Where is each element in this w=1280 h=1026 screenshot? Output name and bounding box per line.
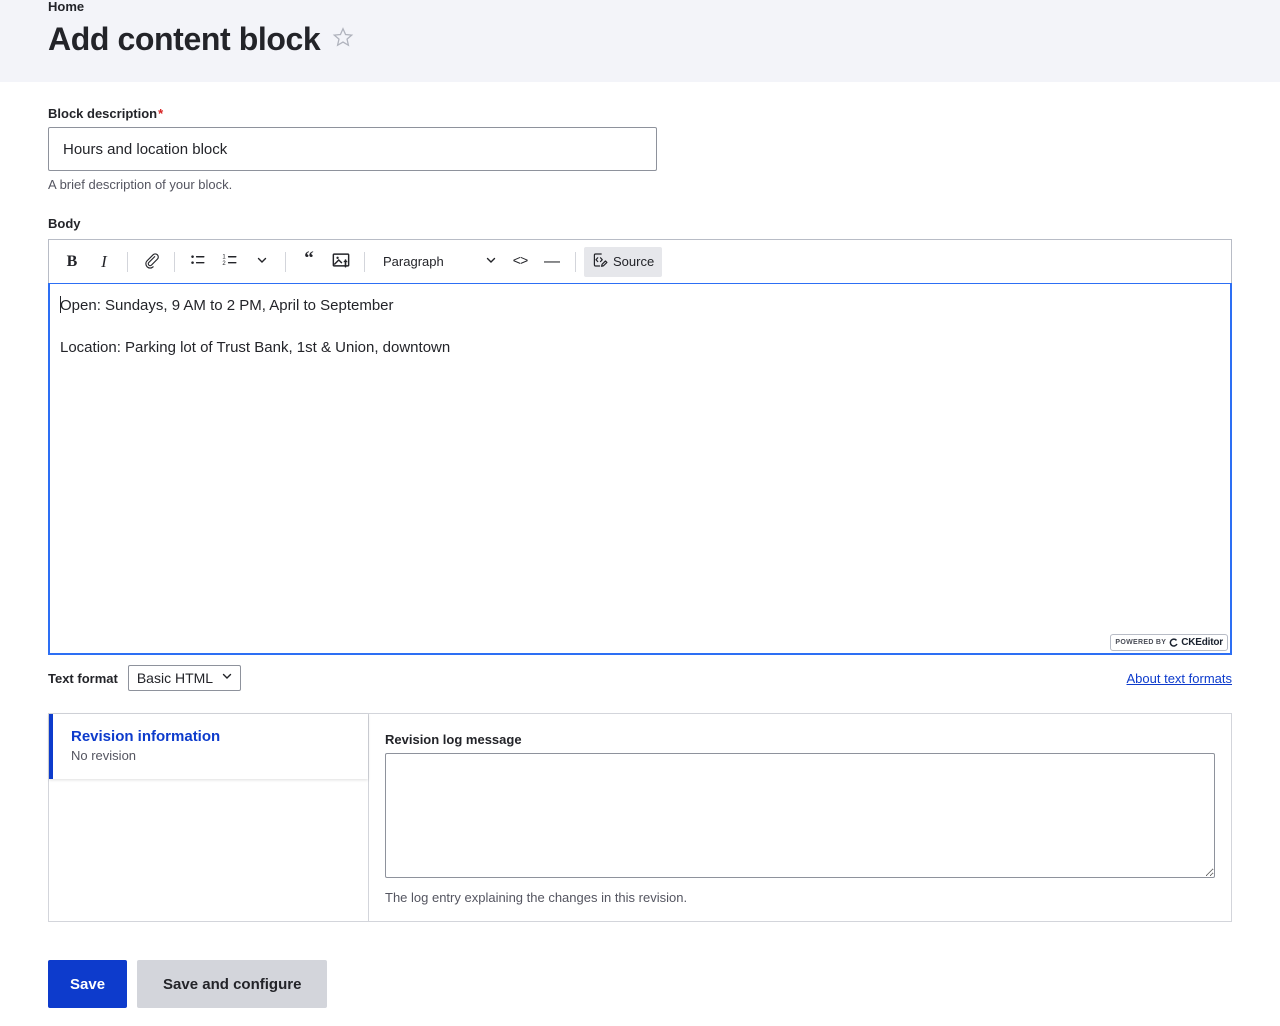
vertical-tabs-menu: Revision information No revision	[49, 714, 368, 921]
page-title: Add content block	[48, 20, 320, 58]
bulleted-list-button[interactable]	[183, 247, 213, 277]
numbered-list-icon: 1 2	[222, 252, 239, 272]
block-description-help: A brief description of your block.	[48, 177, 1232, 192]
image-upload-button[interactable]	[326, 247, 356, 277]
revision-log-help: The log entry explaining the changes in …	[385, 890, 1215, 905]
bold-button[interactable]: B	[57, 247, 87, 277]
tab-revision-information-summary: No revision	[71, 748, 350, 763]
svg-text:1: 1	[222, 254, 226, 260]
italic-button[interactable]: I	[89, 247, 119, 277]
tab-revision-information[interactable]: Revision information No revision	[49, 714, 368, 779]
list-options-dropdown[interactable]	[247, 247, 277, 277]
editor-paragraph-1: Open: Sundays, 9 AM to 2 PM, April to Se…	[60, 297, 394, 314]
source-button-label: Source	[613, 254, 654, 269]
text-format-row: Text format Basic HTML About text format…	[48, 665, 1232, 691]
block-description-label-text: Block description	[48, 106, 157, 121]
toolbar-separator	[575, 252, 576, 272]
toolbar-separator	[174, 252, 175, 272]
breadcrumb[interactable]: Home	[48, 0, 1232, 14]
text-format-label: Text format	[48, 671, 118, 686]
revision-log-label: Revision log message	[385, 732, 1215, 747]
paragraph-style-label: Paragraph	[383, 254, 444, 269]
form-actions: Save Save and configure	[48, 960, 1232, 1026]
page-header: Home Add content block	[0, 0, 1280, 82]
link-button[interactable]	[136, 247, 166, 277]
required-marker: *	[158, 106, 163, 121]
body-field: Body B I	[48, 192, 1232, 691]
code-button[interactable]: <>	[505, 247, 535, 277]
editor-paragraph: Open: Sundays, 9 AM to 2 PM, April to Se…	[60, 296, 1220, 316]
breadcrumb-item-home[interactable]: Home	[48, 0, 84, 14]
block-description-field: Block description* A brief description o…	[48, 82, 1232, 192]
revision-log-textarea[interactable]	[385, 753, 1215, 878]
toolbar-separator	[285, 252, 286, 272]
toolbar-separator	[127, 252, 128, 272]
body-label: Body	[48, 216, 1232, 231]
text-format-select-wrap: Basic HTML	[128, 665, 241, 691]
link-icon	[143, 252, 160, 272]
editor-paragraph-2: Location: Parking lot of Trust Bank, 1st…	[60, 339, 450, 356]
source-button[interactable]: Source	[584, 247, 662, 277]
source-code-icon	[592, 252, 608, 271]
toolbar-separator	[364, 252, 365, 272]
title-row: Add content block	[48, 20, 1232, 58]
revision-vertical-tabs: Revision information No revision Revisio…	[48, 713, 1232, 922]
tab-revision-information-title: Revision information	[71, 728, 350, 745]
main-content: Block description* A brief description o…	[0, 82, 1280, 1026]
block-description-label: Block description*	[48, 106, 1232, 121]
image-upload-icon	[332, 251, 350, 272]
ckeditor-logo-icon	[1169, 634, 1178, 652]
save-and-configure-button[interactable]: Save and configure	[137, 960, 327, 1008]
block-description-input[interactable]	[48, 127, 657, 171]
text-format-select[interactable]: Basic HTML	[128, 665, 241, 691]
chevron-down-icon	[485, 254, 497, 269]
editor-paragraph: Location: Parking lot of Trust Bank, 1st…	[60, 338, 1220, 358]
star-outline-icon[interactable]	[332, 26, 354, 53]
powered-by-label: POWERED BY	[1115, 639, 1166, 646]
ckeditor-brand-label: CKEditor	[1181, 637, 1223, 648]
save-button[interactable]: Save	[48, 960, 127, 1008]
about-text-formats-link[interactable]: About text formats	[1127, 671, 1233, 686]
editor-content-area[interactable]: Open: Sundays, 9 AM to 2 PM, April to Se…	[48, 283, 1232, 655]
ckeditor: B I	[48, 239, 1232, 655]
bulleted-list-icon	[190, 252, 207, 272]
numbered-list-button[interactable]: 1 2	[215, 247, 245, 277]
powered-by-ckeditor-badge[interactable]: POWERED BY CKEditor	[1110, 634, 1228, 651]
blockquote-button[interactable]: “	[294, 247, 324, 277]
paragraph-style-dropdown[interactable]: Paragraph	[377, 247, 503, 277]
editor-toolbar: B I	[48, 239, 1232, 283]
chevron-down-icon	[256, 254, 268, 269]
revision-pane: Revision log message The log entry expla…	[368, 713, 1232, 922]
svg-text:2: 2	[222, 261, 225, 267]
horizontal-rule-button[interactable]: —	[537, 247, 567, 277]
